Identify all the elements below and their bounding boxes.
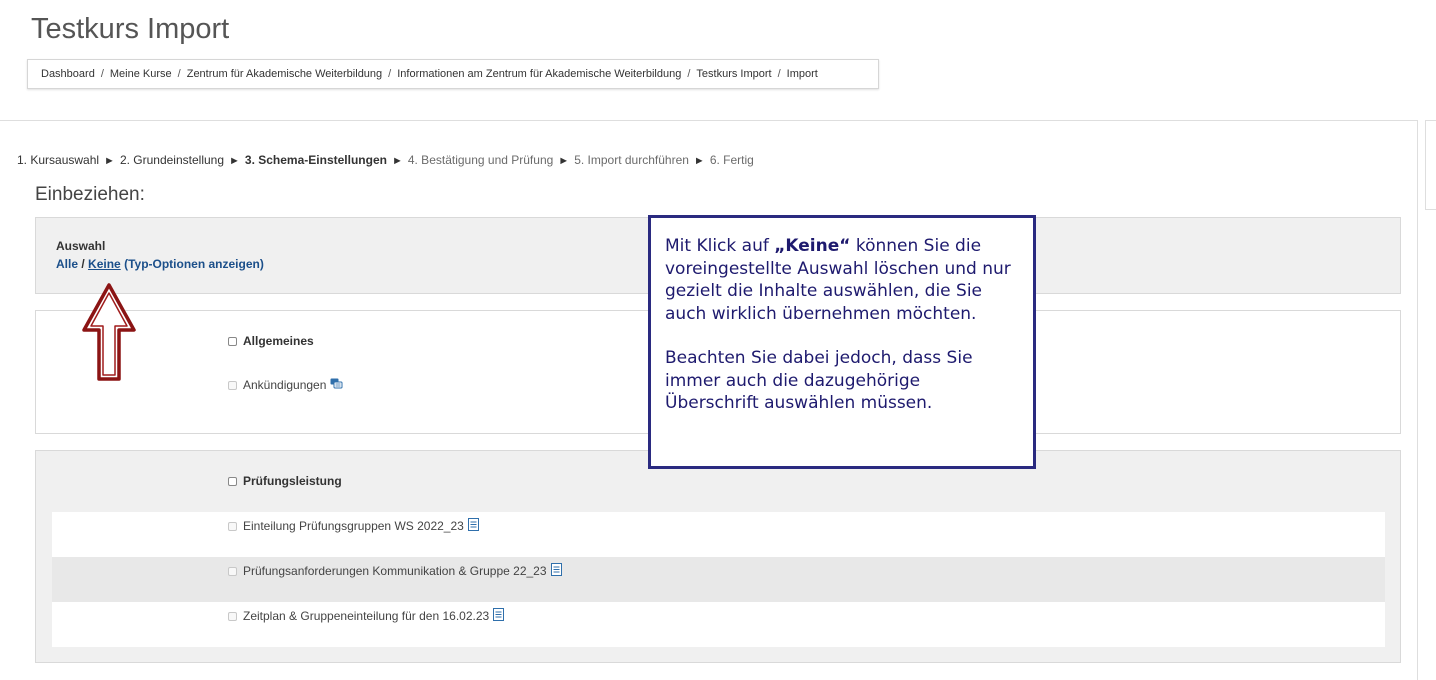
step-arrow-icon: ► xyxy=(229,155,240,167)
activity-label-exam-groups: Einteilung Prüfungsgruppen WS 2022_23 xyxy=(243,519,464,533)
breadcrumb-dashboard[interactable]: Dashboard xyxy=(41,68,95,80)
activity-label-announcements: Ankündigungen xyxy=(243,378,327,392)
activity-label-exam-requirements: Prüfungsanforderungen Kommunikation & Gr… xyxy=(243,564,547,578)
page-title: Testkurs Import xyxy=(31,13,230,45)
activity-band: Zeitplan & Gruppeneinteilung für den 16.… xyxy=(52,602,1385,647)
breadcrumb-separator: / xyxy=(777,68,781,80)
import-progress-steps: 1. Kursauswahl ► 2. Grundeinstellung ► 3. Sc… xyxy=(17,153,754,167)
step-confirmation: 4. Bestätigung und Prüfung xyxy=(407,153,554,167)
section-row-exam: Prüfungsleistung xyxy=(36,473,1400,489)
step-arrow-icon: ► xyxy=(104,155,115,167)
step-initial-settings: 2. Grundeinstellung xyxy=(119,153,225,167)
breadcrumb-import[interactable]: Import xyxy=(787,68,818,80)
step-course-selection: 1. Kursauswahl xyxy=(17,153,100,167)
activity-checkbox-exam-groups[interactable] xyxy=(228,521,237,531)
breadcrumb-separator: / xyxy=(687,68,691,80)
breadcrumb-subcategory[interactable]: Informationen am Zentrum für Akademische… xyxy=(397,68,681,80)
breadcrumb-separator: / xyxy=(177,68,181,80)
activity-row: Einteilung Prüfungsgruppen WS 2022_23 xyxy=(52,518,1385,534)
section-label-exam: Prüfungsleistung xyxy=(243,474,342,488)
breadcrumb-category[interactable]: Zentrum für Akademische Weiterbildung xyxy=(187,68,382,80)
file-icon xyxy=(493,608,505,624)
step-perform-import: 5. Import durchführen xyxy=(574,153,689,167)
file-icon xyxy=(550,563,562,579)
breadcrumb-separator: / xyxy=(388,68,392,80)
file-icon xyxy=(467,518,479,534)
include-heading: Einbeziehen: xyxy=(35,184,145,205)
select-all-link[interactable]: Alle xyxy=(56,257,78,271)
section-checkbox-general[interactable] xyxy=(228,336,237,346)
step-arrow-icon: ► xyxy=(558,155,570,167)
activity-band: Prüfungsanforderungen Kommunikation & Gr… xyxy=(52,557,1385,602)
select-none-link[interactable]: Keine xyxy=(88,257,121,271)
section-label-general: Allgemeines xyxy=(243,334,314,348)
selection-links: Alle / Keine (Typ-Optionen anzeigen) xyxy=(56,257,264,271)
activity-checkbox-announcements[interactable] xyxy=(228,380,237,390)
step-schema-settings: 3. Schema-Einstellungen xyxy=(244,153,387,167)
step-arrow-icon: ► xyxy=(391,155,403,167)
callout-paragraph-1: Mit Klick auf „Keine“ können Sie die vor… xyxy=(665,235,1019,325)
section-card-exam: Prüfungsleistung Einteilung Prüfungsgrup… xyxy=(35,450,1401,663)
selection-separator: / xyxy=(81,257,85,271)
breadcrumb-separator: / xyxy=(100,68,104,80)
step-arrow-icon: ► xyxy=(693,155,705,167)
activity-checkbox-exam-requirements[interactable] xyxy=(228,566,237,576)
breadcrumb: Dashboard / Meine Kurse / Zentrum für Ak… xyxy=(27,59,879,89)
activity-label-schedule: Zeitplan & Gruppeneinteilung für den 16.… xyxy=(243,609,490,623)
section-checkbox-exam[interactable] xyxy=(228,476,237,486)
breadcrumb-course[interactable]: Testkurs Import xyxy=(696,68,771,80)
breadcrumb-my-courses[interactable]: Meine Kurse xyxy=(110,68,172,80)
callout-paragraph-2: Beachten Sie dabei jedoch, dass Sie imme… xyxy=(665,348,973,413)
step-finished: 6. Fertig xyxy=(709,153,754,167)
drawer-toggle-strip[interactable] xyxy=(1425,120,1436,210)
activity-band: Einteilung Prüfungsgruppen WS 2022_23 xyxy=(52,512,1385,557)
activity-checkbox-schedule[interactable] xyxy=(228,611,237,621)
activity-row: Zeitplan & Gruppeneinteilung für den 16.… xyxy=(52,608,1385,624)
activity-row: Prüfungsanforderungen Kommunikation & Gr… xyxy=(52,563,1385,579)
show-type-options-link[interactable]: (Typ-Optionen anzeigen) xyxy=(124,257,264,271)
callout-emphasis: „Keine“ xyxy=(774,236,851,256)
annotation-arrow-up-icon xyxy=(82,283,136,381)
instruction-callout: Mit Klick auf „Keine“ können Sie die vor… xyxy=(648,215,1036,469)
forum-icon xyxy=(330,378,343,393)
selection-label: Auswahl xyxy=(56,239,106,253)
callout-text-prefix: Mit Klick auf xyxy=(665,236,775,256)
